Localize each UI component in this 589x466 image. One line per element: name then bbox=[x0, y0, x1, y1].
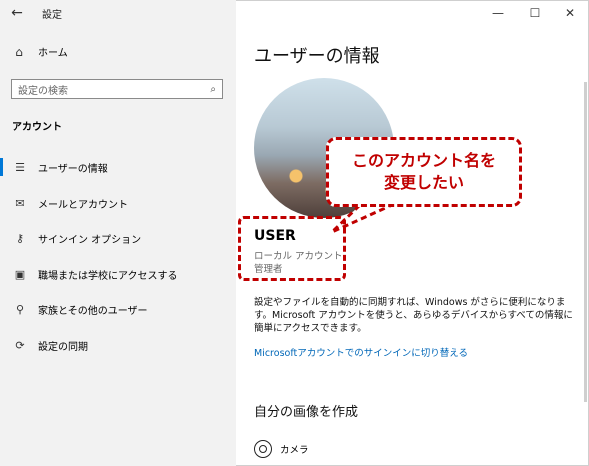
scrollbar[interactable] bbox=[584, 82, 587, 402]
annotation-callout: このアカウント名を 変更したい bbox=[326, 137, 522, 207]
camera-label: カメラ bbox=[280, 445, 309, 456]
create-picture-heading: 自分の画像を作成 bbox=[254, 405, 359, 420]
switch-to-microsoft-account-link[interactable]: Microsoftアカウントでのサインインに切り替える bbox=[254, 345, 468, 359]
account-role: 管理者 bbox=[254, 264, 283, 275]
camera-icon bbox=[254, 440, 272, 458]
account-description: 設定やファイルを自動的に同期すれば、Windows がさらに便利になります。Mi… bbox=[254, 297, 573, 334]
annotation-text: このアカウント名を 変更したい bbox=[351, 151, 496, 192]
camera-option[interactable]: カメラ bbox=[254, 440, 309, 458]
user-name: USER bbox=[254, 228, 296, 244]
account-type: ローカル アカウント bbox=[254, 251, 343, 262]
